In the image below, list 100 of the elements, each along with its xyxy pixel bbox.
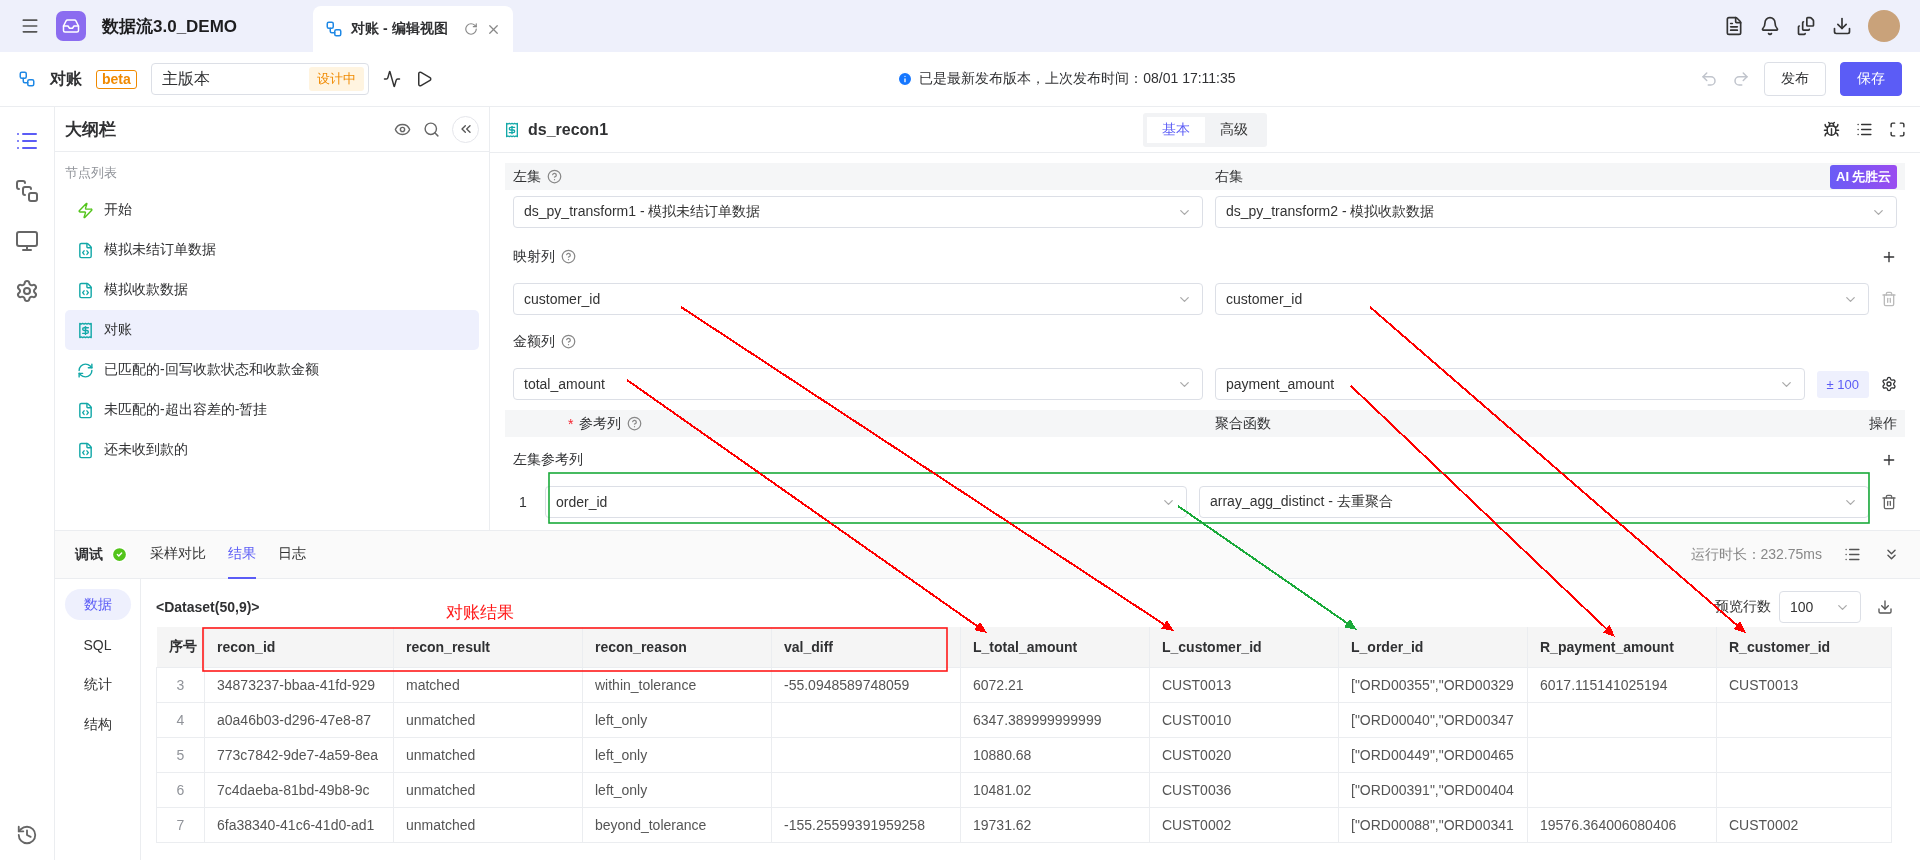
document-icon[interactable] (1724, 16, 1744, 36)
side-tab[interactable]: SQL (64, 629, 131, 660)
side-tab[interactable]: 统计 (64, 669, 131, 700)
select-field[interactable]: payment_amount (1215, 368, 1805, 400)
history-icon[interactable] (16, 824, 38, 846)
field-label: 映射列 (513, 247, 555, 266)
required-mark: * (568, 415, 574, 432)
column-header: L_customer_id (1149, 627, 1339, 667)
column-header: 操作 (1869, 414, 1897, 433)
table-cell: CUST0002 (1149, 807, 1339, 842)
column-header: recon_result (393, 627, 583, 667)
list-icon[interactable] (1856, 121, 1873, 138)
help-icon[interactable] (561, 249, 576, 264)
list-icon[interactable] (1844, 546, 1861, 563)
table-cell: 7c4daeba-81bd-49b8-9c (204, 772, 394, 807)
select-field[interactable]: customer_id (1215, 283, 1869, 315)
table-cell: 6072.21 (960, 667, 1150, 702)
fullscreen-icon[interactable] (1889, 121, 1906, 138)
lightning-icon (77, 201, 94, 219)
save-button[interactable]: 保存 (1840, 62, 1902, 96)
column-header: L_total_amount (960, 627, 1150, 667)
app-logo-icon (56, 11, 86, 41)
table-cell: ["ORD00088","ORD00341 (1338, 807, 1528, 842)
help-icon[interactable] (547, 169, 562, 184)
search-icon[interactable] (423, 120, 440, 138)
table-cell: unmatched (393, 702, 583, 737)
status-tag: 设计中 (308, 67, 364, 91)
select-field[interactable]: order_id (545, 486, 1187, 518)
select-field[interactable]: ds_py_transform2 - 模拟收款数据 (1215, 196, 1897, 228)
table-cell: within_tolerance (582, 667, 772, 702)
table-cell: unmatched (393, 772, 583, 807)
table-cell: a0a46b03-d296-47e8-87 (204, 702, 394, 737)
result-tab[interactable]: 日志 (278, 530, 306, 579)
delete-icon[interactable] (1881, 494, 1897, 510)
refresh-icon[interactable] (464, 22, 479, 36)
files-icon[interactable] (1796, 16, 1816, 36)
result-tab[interactable]: 结果 (228, 530, 256, 579)
menu-icon[interactable] (20, 16, 40, 36)
node-item[interactable]: 开始 (65, 190, 479, 230)
field-label: 左集参考列 (513, 450, 583, 469)
panel-title: 大纲栏 (65, 118, 117, 141)
download-icon[interactable] (1877, 599, 1893, 615)
table-cell: 19731.62 (960, 807, 1150, 842)
table-cell: 19576.364006080406 (1527, 807, 1717, 842)
code-file-icon (77, 281, 94, 299)
code-file-icon (77, 241, 94, 259)
row-number: 3 (156, 667, 205, 702)
download-icon[interactable] (1832, 16, 1852, 36)
select-field[interactable]: total_amount (513, 368, 1203, 400)
code-file-icon (77, 441, 94, 459)
node-item[interactable]: 已匹配的-回写收款状态和收款金额 (65, 350, 479, 390)
side-tab[interactable]: 数据 (64, 589, 131, 620)
side-tab[interactable]: 结构 (64, 709, 131, 740)
column-header: R_payment_amount (1527, 627, 1717, 667)
node-item[interactable]: 模拟收款数据 (65, 270, 479, 310)
tolerance-tag[interactable]: ± 100 (1816, 370, 1869, 398)
code-file-icon (77, 401, 94, 419)
table-cell: ["ORD00391","ORD00404 (1338, 772, 1528, 807)
table-cell: CUST0013 (1716, 667, 1892, 702)
table-cell: 10880.68 (960, 737, 1150, 772)
rows-select[interactable]: 100 (1779, 591, 1861, 623)
table-cell: ["ORD00355","ORD00329 (1338, 667, 1528, 702)
row-number: 7 (156, 807, 205, 842)
settings-icon[interactable] (1881, 376, 1897, 392)
select-field[interactable]: ds_py_transform1 - 模拟未结订单数据 (513, 196, 1203, 228)
help-icon[interactable] (561, 334, 576, 349)
node-item[interactable]: 还未收到款的 (65, 430, 479, 470)
publish-button[interactable]: 发布 (1764, 62, 1826, 96)
app-title: 数据流3.0_DEMO (102, 15, 238, 38)
row-number: 5 (156, 737, 205, 772)
table-cell: 10481.02 (960, 772, 1150, 807)
result-tab[interactable]: 采样对比 (150, 530, 206, 579)
help-icon[interactable] (627, 416, 643, 431)
editor-tab[interactable]: 对账 - 编辑视图 (313, 6, 514, 52)
table-cell: CUST0036 (1149, 772, 1339, 807)
node-item[interactable]: 对账 (65, 310, 479, 350)
receipt-icon (77, 321, 94, 339)
version-select[interactable]: 主版本 设计中 (150, 63, 369, 95)
chart-icon[interactable] (382, 70, 401, 88)
table-cell: left_only (582, 772, 772, 807)
select-field[interactable]: customer_id (513, 283, 1203, 315)
table-cell: left_only (582, 702, 772, 737)
mode-tab[interactable]: 高级 (1205, 116, 1263, 143)
table-cell: CUST0002 (1716, 807, 1892, 842)
table-cell: 6347.389999999999 (960, 702, 1150, 737)
node-item[interactable]: 模拟未结订单数据 (65, 230, 479, 270)
flow-icon (325, 20, 344, 38)
table-cell: CUST0010 (1149, 702, 1339, 737)
settings-icon (15, 279, 39, 303)
node-item[interactable]: 未匹配的-超出容差的-暂挂 (65, 390, 479, 430)
ai-badge[interactable]: AI 先胜云 (1830, 164, 1897, 189)
notification-icon[interactable] (1760, 16, 1780, 36)
mode-tab[interactable]: 基本 (1147, 116, 1205, 143)
table-cell: 773c7842-9de7-4a59-8ea (204, 737, 394, 772)
table-cell: matched (393, 667, 583, 702)
annotation-label: 对账结果 (446, 602, 514, 624)
bug-icon[interactable] (1823, 121, 1840, 138)
field-label: 金额列 (513, 332, 555, 351)
section-label: 节点列表 (64, 164, 118, 182)
field-label: 右集 (1215, 167, 1244, 186)
